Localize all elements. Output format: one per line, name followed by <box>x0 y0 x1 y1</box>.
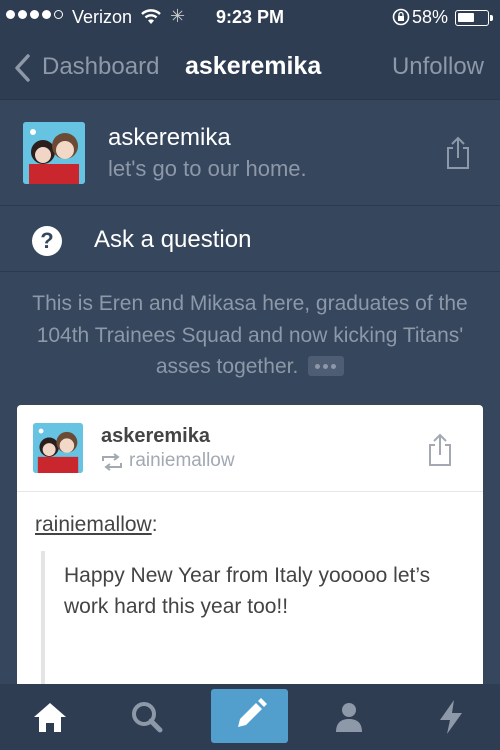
tab-bar <box>0 684 500 750</box>
post-share-icon[interactable] <box>427 433 453 472</box>
compose-button[interactable] <box>211 689 288 743</box>
home-icon[interactable] <box>29 696 71 738</box>
account-icon[interactable] <box>328 696 370 738</box>
battery-percent: 58% <box>412 7 449 27</box>
more-icon[interactable] <box>308 356 345 376</box>
post-card: askeremika rainiemallow rainiemallow: Ha… <box>17 405 483 695</box>
bio-text: This is Eren and Mikasa here, graduates … <box>32 292 468 378</box>
compose-icon <box>238 698 267 727</box>
blog-header: askeremika let's go to our home. <box>0 100 500 206</box>
activity-icon[interactable] <box>430 696 472 738</box>
search-icon[interactable] <box>126 696 168 738</box>
post-author[interactable]: askeremika <box>101 425 210 448</box>
question-icon: ? <box>32 226 62 256</box>
reblog-source[interactable]: rainiemallow <box>129 450 235 472</box>
blog-bio: This is Eren and Mikasa here, graduates … <box>20 288 480 383</box>
ask-question-row[interactable]: ? Ask a question <box>0 206 500 272</box>
battery-icon <box>455 10 493 26</box>
status-bar: Verizon ✳ 9:23 PM 58% <box>0 0 500 36</box>
blog-description: let's go to our home. <box>108 156 307 181</box>
unfollow-button[interactable]: Unfollow <box>392 53 484 81</box>
post-divider <box>17 491 483 492</box>
quote-bar <box>41 551 45 695</box>
quote-text: Happy New Year from Italy yooooo let’s w… <box>64 564 431 618</box>
share-icon[interactable] <box>445 136 471 175</box>
ask-question-label: Ask a question <box>94 226 252 253</box>
blog-avatar[interactable] <box>23 122 85 184</box>
blog-name: askeremika <box>108 124 231 151</box>
back-chevron-icon[interactable] <box>12 53 32 88</box>
reblog-icon <box>101 453 123 476</box>
rotation-lock-icon <box>392 8 410 31</box>
post-author-avatar[interactable] <box>33 423 83 473</box>
navigation-bar: Dashboard askeremika Unfollow <box>0 36 500 100</box>
quoted-user-line: rainiemallow: <box>35 513 158 536</box>
back-button[interactable]: Dashboard <box>42 53 159 81</box>
quoted-user-link[interactable]: rainiemallow <box>35 513 152 536</box>
page-title: askeremika <box>185 52 322 80</box>
